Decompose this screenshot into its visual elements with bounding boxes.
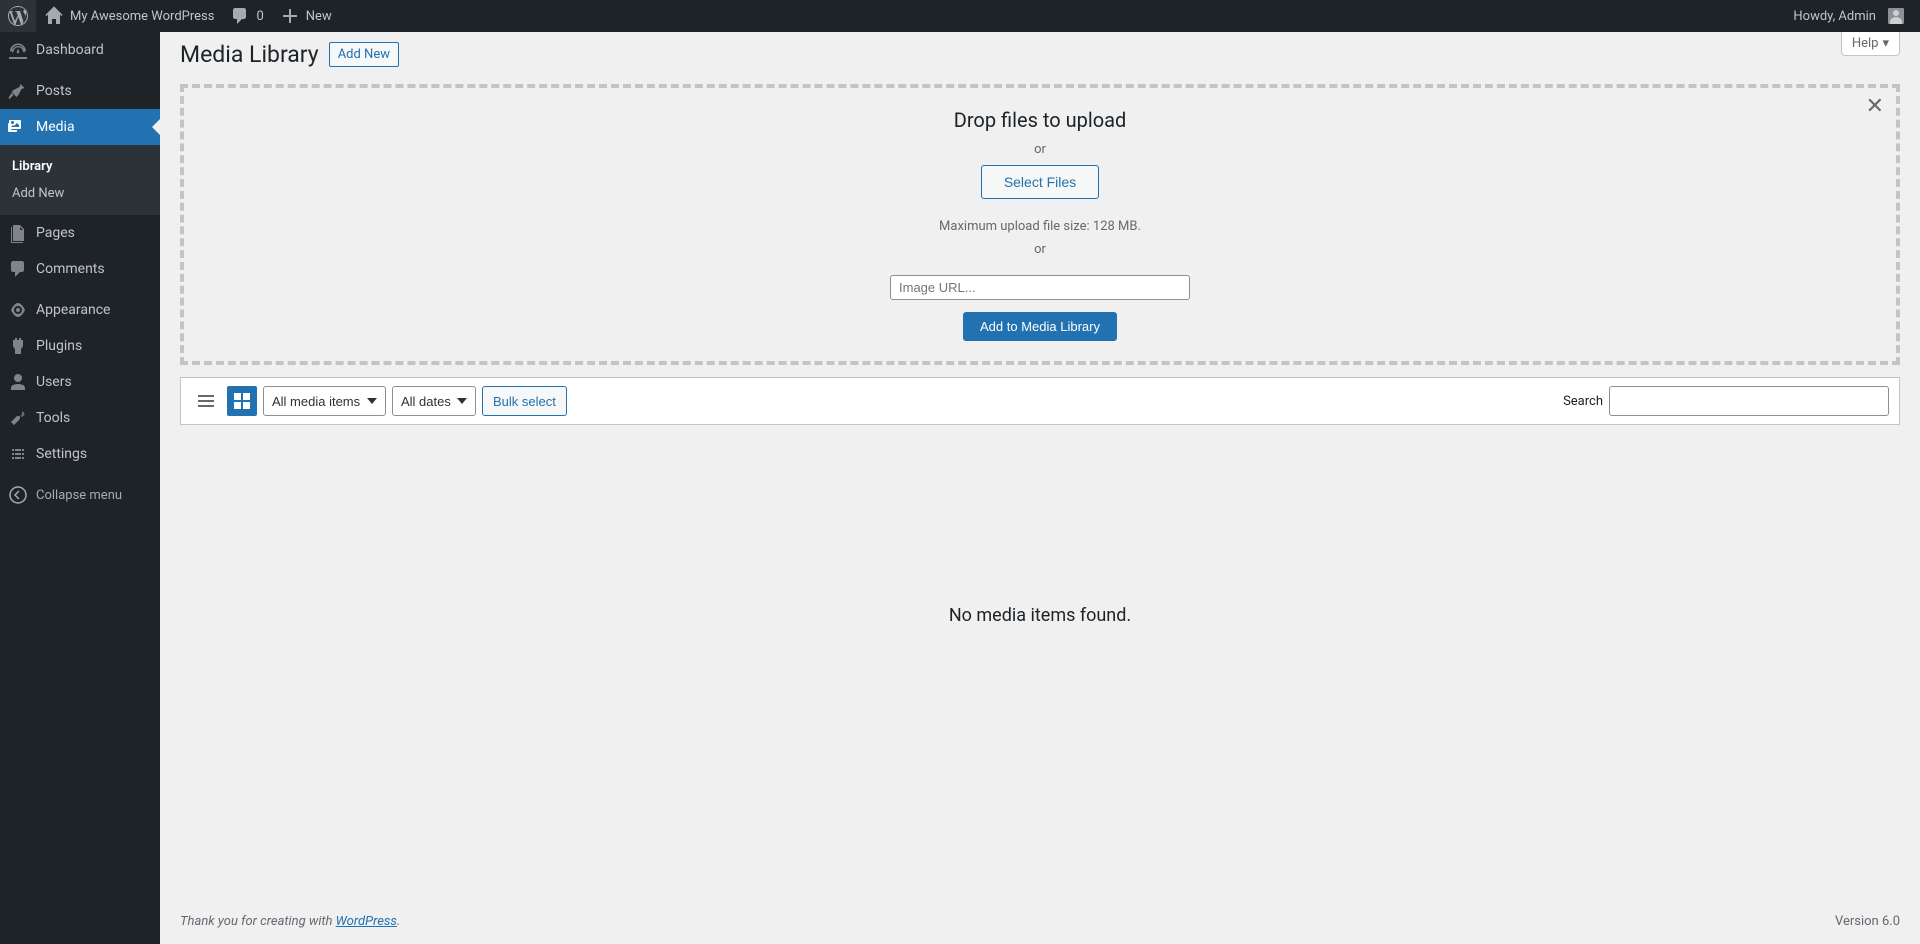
menu-label: Media (36, 119, 75, 135)
menu-label: Users (36, 374, 72, 390)
settings-icon (8, 444, 28, 464)
list-view-button[interactable] (191, 386, 221, 416)
add-new-button[interactable]: Add New (329, 42, 399, 67)
plugins-icon (8, 336, 28, 356)
menu-media[interactable]: Media (0, 109, 160, 145)
grid-view-button[interactable] (227, 386, 257, 416)
wp-logo-menu[interactable] (0, 0, 36, 32)
upload-dropzone[interactable]: ✕ Drop files to upload or Select Files M… (180, 84, 1900, 365)
appearance-icon (8, 300, 28, 320)
dashboard-icon (8, 40, 28, 60)
menu-dashboard[interactable]: Dashboard (0, 32, 160, 68)
admin-toolbar-right: Howdy, Admin (1785, 0, 1920, 32)
site-name-text: My Awesome WordPress (70, 9, 214, 24)
submenu-library[interactable]: Library (0, 153, 160, 180)
no-items-message: No media items found. (160, 605, 1920, 626)
menu-label: Appearance (36, 302, 110, 318)
menu-label: Tools (36, 410, 70, 426)
account-menu[interactable]: Howdy, Admin (1785, 0, 1912, 32)
page-title: Media Library (180, 41, 319, 68)
pin-icon (8, 81, 28, 101)
new-content-link[interactable]: New (272, 0, 340, 32)
pages-icon (8, 223, 28, 243)
search-input[interactable] (1609, 386, 1889, 416)
menu-settings[interactable]: Settings (0, 436, 160, 472)
new-label: New (306, 9, 332, 24)
menu-label: Plugins (36, 338, 82, 354)
max-upload-size: Maximum upload file size: 128 MB. (204, 219, 1876, 234)
avatar (1888, 8, 1904, 24)
add-to-library-button[interactable]: Add to Media Library (963, 312, 1117, 341)
admin-toolbar: My Awesome WordPress 0 New Howdy, Admin (0, 0, 1920, 32)
drop-files-title: Drop files to upload (204, 108, 1876, 132)
menu-posts[interactable]: Posts (0, 73, 160, 109)
bulk-select-button[interactable]: Bulk select (482, 386, 567, 416)
menu-label: Comments (36, 261, 105, 277)
menu-label: Dashboard (36, 42, 104, 58)
menu-label: Pages (36, 225, 75, 241)
main-content: Media Library Add New Help ▾ ✕ Drop file… (160, 32, 1920, 944)
media-grid-area: No media items found. (160, 425, 1920, 899)
media-type-filter[interactable]: All media items (263, 386, 386, 416)
help-label: Help (1852, 36, 1879, 51)
select-files-button[interactable]: Select Files (981, 165, 1099, 199)
media-submenu: Library Add New (0, 145, 160, 215)
image-url-input[interactable] (890, 275, 1190, 300)
close-icon[interactable]: ✕ (1866, 96, 1884, 118)
menu-tools[interactable]: Tools (0, 400, 160, 436)
collapse-icon (8, 485, 28, 505)
wordpress-link[interactable]: WordPress (336, 914, 397, 929)
comments-count: 0 (256, 9, 263, 24)
grid-view-icon (232, 391, 252, 411)
or-text: or (204, 142, 1876, 157)
site-name-link[interactable]: My Awesome WordPress (36, 0, 222, 32)
date-filter[interactable]: All dates (392, 386, 476, 416)
howdy-text: Howdy, Admin (1793, 9, 1876, 24)
collapse-label: Collapse menu (36, 488, 122, 503)
help-tab[interactable]: Help ▾ (1841, 32, 1900, 56)
media-icon (8, 117, 28, 137)
comments-link[interactable]: 0 (222, 0, 271, 32)
search-label: Search (1563, 394, 1603, 409)
admin-toolbar-left: My Awesome WordPress 0 New (0, 0, 340, 32)
submenu-add-new[interactable]: Add New (0, 180, 160, 207)
plus-icon (280, 6, 300, 26)
menu-label: Posts (36, 83, 72, 99)
menu-appearance[interactable]: Appearance (0, 292, 160, 328)
admin-footer: Thank you for creating with WordPress. V… (180, 899, 1900, 944)
menu-pages[interactable]: Pages (0, 215, 160, 251)
collapse-menu-button[interactable]: Collapse menu (0, 477, 160, 513)
list-view-icon (196, 391, 216, 411)
menu-users[interactable]: Users (0, 364, 160, 400)
menu-comments[interactable]: Comments (0, 251, 160, 287)
admin-sidebar: Dashboard Posts Media Library Add New Pa… (0, 32, 160, 944)
chevron-down-icon: ▾ (1882, 36, 1889, 51)
comment-icon (230, 6, 250, 26)
footer-thank-you: Thank you for creating with WordPress. (180, 914, 400, 929)
tools-icon (8, 408, 28, 428)
media-toolbar: All media items All dates Bulk select Se… (180, 377, 1900, 425)
search-wrap: Search (1563, 386, 1889, 416)
menu-label: Settings (36, 446, 87, 462)
or-text: or (204, 242, 1876, 257)
page-header: Media Library Add New Help ▾ (160, 32, 1920, 72)
comments-icon (8, 259, 28, 279)
users-icon (8, 372, 28, 392)
menu-plugins[interactable]: Plugins (0, 328, 160, 364)
version-text: Version 6.0 (1835, 914, 1900, 929)
wordpress-logo-icon (8, 6, 28, 26)
home-icon (44, 6, 64, 26)
